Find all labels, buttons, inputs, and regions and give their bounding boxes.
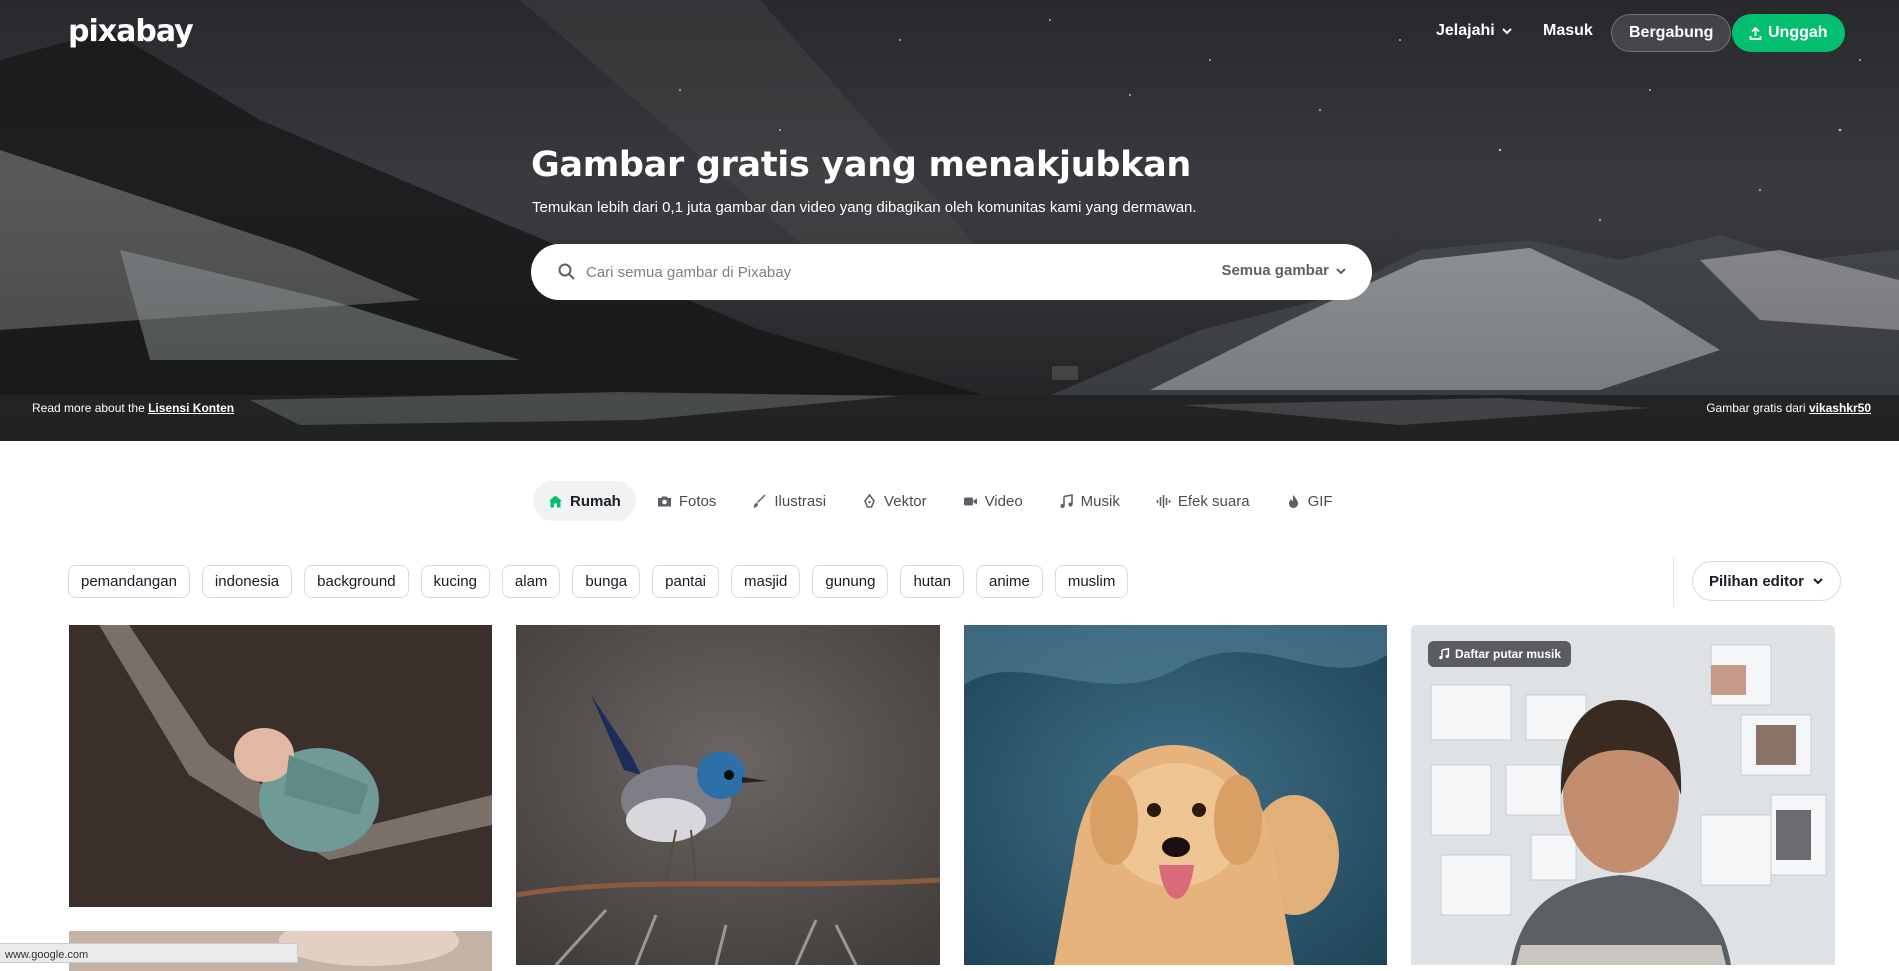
tag-chip[interactable]: bunga: [572, 565, 641, 598]
tab-label: Efek suara: [1177, 492, 1250, 510]
login-link[interactable]: Masuk: [1543, 22, 1593, 40]
join-button[interactable]: Bergabung: [1611, 14, 1732, 52]
tag-chip[interactable]: pemandangan: [68, 565, 190, 598]
hero-image-credit: Gambar gratis dari vikashkr50: [1706, 401, 1871, 415]
content-license-text: Read more about the: [32, 401, 145, 415]
hero-credit-author-link[interactable]: vikashkr50: [1809, 401, 1871, 415]
photo-golden-retriever[interactable]: [964, 625, 1387, 965]
tab-efek-suara[interactable]: Efek suara: [1141, 481, 1265, 521]
brush-icon: [753, 494, 766, 508]
music-playlist-badge[interactable]: Daftar putar musik: [1428, 641, 1572, 667]
hero-credit-text: Gambar gratis dari: [1706, 401, 1806, 415]
popular-tags: pemandangan indonesia background kucing …: [68, 565, 1129, 598]
chevron-down-icon: [1501, 28, 1512, 35]
tab-gif[interactable]: GIF: [1271, 481, 1348, 521]
browser-status-bar: www.google.com: [0, 943, 298, 963]
photo-newborn-baby[interactable]: [69, 625, 492, 907]
upload-icon: [1749, 26, 1762, 40]
search-type-dropdown[interactable]: Semua gambar: [1221, 262, 1347, 279]
search-icon[interactable]: [557, 262, 577, 282]
tag-chip[interactable]: muslim: [1054, 565, 1129, 598]
home-icon: [549, 495, 562, 507]
playlist-badge-label: Daftar putar musik: [1455, 647, 1562, 661]
sound-wave-icon: [1156, 494, 1171, 508]
tag-chip[interactable]: background: [304, 565, 409, 598]
search-input[interactable]: [586, 256, 1186, 288]
divider: [1673, 557, 1674, 607]
content-license-note: Read more about the Lisensi Konten: [32, 401, 234, 415]
hero-banner: pixabay Jelajahi Masuk Bergabung Unggah …: [0, 0, 1899, 441]
search-bar: Semua gambar: [531, 244, 1372, 300]
top-navigation: pixabay Jelajahi Masuk Bergabung Unggah: [0, 0, 1899, 66]
music-note-icon: [1060, 493, 1073, 508]
tab-label: GIF: [1307, 492, 1333, 510]
tab-musik[interactable]: Musik: [1044, 481, 1135, 521]
explore-menu-button[interactable]: Jelajahi: [1436, 22, 1513, 40]
tab-label: Video: [984, 492, 1023, 510]
hero-title: Gambar gratis yang menakjubkan: [531, 145, 1191, 185]
hero-subtitle: Temukan lebih dari 0,1 juta gambar dan v…: [532, 199, 1197, 216]
photo-man-at-board[interactable]: [1411, 625, 1835, 965]
camera-icon: [657, 496, 671, 506]
content-license-link[interactable]: Lisensi Konten: [148, 401, 234, 415]
pen-nib-icon: [864, 493, 875, 508]
tag-chip[interactable]: anime: [975, 565, 1043, 598]
tag-chip[interactable]: masjid: [731, 565, 801, 598]
tab-label: Fotos: [678, 492, 717, 510]
pixabay-logo[interactable]: pixabay: [68, 14, 194, 49]
tab-fotos[interactable]: Fotos: [642, 481, 732, 521]
tag-chip[interactable]: gunung: [812, 565, 889, 598]
upload-button[interactable]: Unggah: [1732, 14, 1845, 52]
media-type-tabs: Rumah Fotos Ilustrasi Vektor Video Musik…: [533, 481, 1348, 521]
tag-chip[interactable]: pantai: [652, 565, 720, 598]
search-type-label: Semua gambar: [1221, 262, 1329, 279]
tag-chip[interactable]: hutan: [900, 565, 964, 598]
join-button-label: Bergabung: [1629, 24, 1714, 41]
tab-rumah[interactable]: Rumah: [533, 481, 636, 521]
tag-chip[interactable]: indonesia: [201, 565, 293, 598]
video-camera-icon: [963, 497, 977, 505]
photo-blue-wren-bird[interactable]: [516, 625, 940, 965]
explore-menu-label: Jelajahi: [1436, 22, 1495, 39]
chevron-down-icon: [1813, 578, 1823, 585]
tag-chip[interactable]: kucing: [420, 565, 490, 598]
music-note-icon: [1439, 648, 1450, 660]
tab-label: Vektor: [884, 492, 927, 510]
tab-vektor[interactable]: Vektor: [847, 481, 942, 521]
tab-label: Musik: [1080, 492, 1120, 510]
tab-ilustrasi[interactable]: Ilustrasi: [737, 481, 841, 521]
chevron-down-icon: [1336, 267, 1346, 274]
flame-icon: [1288, 494, 1298, 508]
tab-video[interactable]: Video: [948, 481, 1038, 521]
tab-label: Ilustrasi: [774, 492, 827, 510]
upload-button-label: Unggah: [1768, 24, 1828, 41]
tab-label: Rumah: [570, 492, 621, 510]
tag-chip[interactable]: alam: [501, 565, 561, 598]
sort-dropdown-label: Pilihan editor: [1709, 572, 1805, 590]
sort-dropdown[interactable]: Pilihan editor: [1692, 561, 1842, 601]
